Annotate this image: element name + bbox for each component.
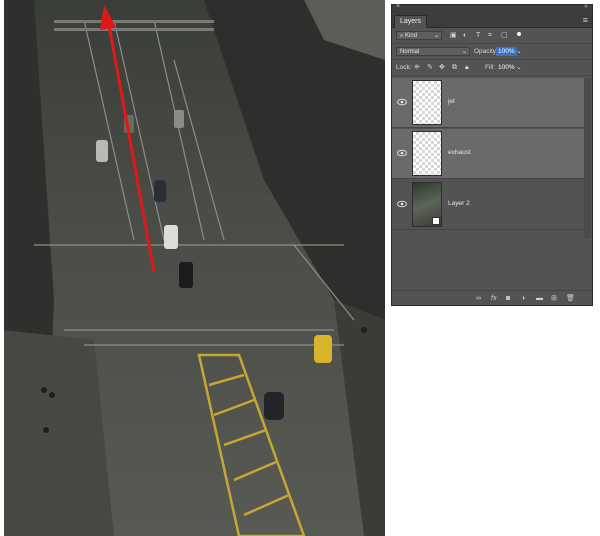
image-filter-icon[interactable]: ▣ <box>450 31 457 40</box>
fx-icon[interactable]: fx <box>491 294 496 303</box>
type-filter-icon[interactable]: T <box>476 31 480 40</box>
car <box>179 262 193 288</box>
layer-thumbnail <box>412 182 442 227</box>
panel-footer: ∞ fx ◙ ◑ ▬ ⊞ 🗑︎ <box>392 290 592 305</box>
layer-name[interactable]: Layer 2 <box>448 200 470 207</box>
layer-thumbnail <box>412 80 442 125</box>
blend-mode-value: Normal <box>400 49 420 55</box>
adjustment-icon[interactable]: ◑ <box>521 294 525 303</box>
close-icon[interactable]: × <box>396 3 400 10</box>
lock-position-icon[interactable]: ✥ <box>439 63 445 72</box>
chevron-down-icon: ⌄ <box>433 33 439 39</box>
shape-filter-icon[interactable]: ⌗ <box>488 31 492 40</box>
filter-row: ⌕ Kind ⌄ ▣ ◐ T ⌗ ▢ <box>392 28 592 44</box>
car <box>264 392 284 420</box>
layer-name[interactable]: jet <box>448 98 455 105</box>
collapse-icon[interactable]: « <box>584 3 588 10</box>
lock-artboard-icon[interactable]: ⧉ <box>452 63 457 72</box>
search-icon: ⌕ <box>400 33 404 39</box>
filter-toggle-icon[interactable] <box>517 32 521 36</box>
panel-tabbar: Layers ≡ <box>392 13 592 28</box>
fill-input[interactable]: 100% <box>496 63 517 72</box>
lock-pixels-icon[interactable]: ✎ <box>427 63 433 72</box>
layers-panel: × « Layers ≡ ⌕ Kind ⌄ ▣ ◐ T ⌗ ▢ Normal ⌄… <box>391 3 593 306</box>
trash-icon[interactable]: 🗑︎ <box>566 294 575 303</box>
chevron-down-icon: ⌄ <box>461 49 467 55</box>
fill-label: Fill: <box>485 64 496 71</box>
layer-row-jet[interactable]: jet <box>392 78 584 128</box>
smart-object-filter-icon[interactable]: ▢ <box>501 31 508 40</box>
eye-icon[interactable] <box>397 149 407 157</box>
crosswalk-top <box>54 20 214 31</box>
taxi <box>314 335 332 363</box>
opacity-label: Opacity: <box>474 48 498 55</box>
mask-icon[interactable]: ◙ <box>506 294 510 303</box>
photo-canvas <box>4 0 385 536</box>
layer-row-layer-2[interactable]: Layer 2 <box>392 180 584 230</box>
car <box>164 225 178 249</box>
folder-icon[interactable]: ▬ <box>536 294 543 303</box>
car <box>154 180 166 202</box>
opacity-input[interactable]: 100% <box>496 47 517 56</box>
street-scene <box>4 0 385 536</box>
blend-row: Normal ⌄ Opacity: 100% ⌄ <box>392 44 592 60</box>
link-icon[interactable]: ∞ <box>476 294 481 303</box>
fill-chevron-icon[interactable]: ⌄ <box>516 63 522 72</box>
blend-mode-select[interactable]: Normal ⌄ <box>396 47 470 56</box>
eye-icon[interactable] <box>397 200 407 208</box>
panel-titlebar: × « <box>392 3 592 13</box>
layers-list: jet exhaust Layer 2 <box>392 78 592 238</box>
sidewalk-right <box>334 300 385 536</box>
layer-row-exhaust[interactable]: exhaust <box>392 129 584 179</box>
layers-scrollbar[interactable] <box>584 78 591 238</box>
lock-row: Lock: ⁜ ✎ ✥ ⧉ 🔒︎ Fill: 100% ⌄ <box>392 60 592 76</box>
adjustment-filter-icon[interactable]: ◐ <box>463 31 467 40</box>
car <box>96 140 108 162</box>
smart-object-badge-icon <box>432 217 440 225</box>
tab-layers[interactable]: Layers <box>394 15 428 28</box>
lock-label: Lock: <box>396 64 412 71</box>
sidewalk-left <box>4 330 114 536</box>
filter-kind-label: Kind <box>405 33 418 39</box>
filter-kind-select[interactable]: ⌕ Kind ⌄ <box>396 31 442 40</box>
panel-menu-icon[interactable]: ≡ <box>583 15 588 25</box>
layer-thumbnail <box>412 131 442 176</box>
yellow-box <box>197 353 306 536</box>
new-layer-icon[interactable]: ⊞ <box>551 294 557 303</box>
car <box>174 110 184 128</box>
layer-name[interactable]: exhaust <box>448 149 471 156</box>
opacity-chevron-icon[interactable]: ⌄ <box>516 47 522 56</box>
eye-icon[interactable] <box>397 98 407 106</box>
red-arrow <box>100 5 156 273</box>
lock-transparent-icon[interactable]: ⁜ <box>414 63 420 72</box>
lock-all-icon[interactable]: 🔒︎ <box>465 63 469 72</box>
